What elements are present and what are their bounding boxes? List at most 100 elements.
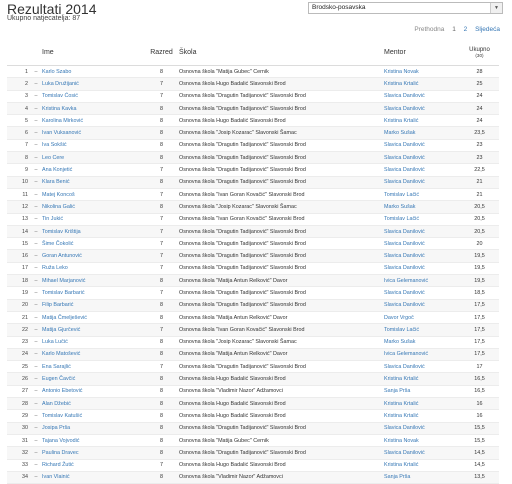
row-mentor[interactable]: Slavica Danilović [384, 102, 460, 116]
row-mentor[interactable]: Sanja Prša [384, 385, 460, 399]
row-mentor[interactable]: Slavica Danilović [384, 249, 460, 263]
row-mentor[interactable]: Slavica Danilović [384, 163, 460, 177]
header-grade[interactable]: Razred [144, 40, 179, 66]
row-mentor[interactable]: Slavica Danilović [384, 225, 460, 239]
row-mentor[interactable]: Marko Sušak [384, 126, 460, 140]
row-name[interactable]: Ivan Vuksanović [42, 126, 144, 140]
row-mentor[interactable]: Tomislav Lačić [384, 188, 460, 202]
row-score: 20 [460, 237, 499, 251]
row-mentor[interactable]: Slavica Danilović [384, 286, 460, 300]
row-school: Osnovna škola "Dragutin Tadijanović" Sla… [179, 299, 384, 312]
pager-previous[interactable]: Prethodna [414, 26, 444, 33]
row-score: 17,5 [460, 336, 499, 349]
row-mentor[interactable]: Slavica Danilović [384, 151, 460, 165]
row-name[interactable]: Nikolina Galić [42, 200, 144, 214]
row-name[interactable]: Ena Sarajlić [42, 360, 144, 374]
row-mentor[interactable]: Marko Sušak [384, 336, 460, 349]
row-name[interactable]: Ruža Leko [42, 262, 144, 276]
row-name[interactable]: Luka Lučić [42, 336, 144, 349]
row-name[interactable]: Tin Jukić [42, 213, 144, 226]
row-mentor[interactable]: Tomislav Lačić [384, 323, 460, 337]
header-name[interactable]: Ime [42, 40, 144, 66]
row-mentor[interactable]: Ivica Gelemanović [384, 348, 460, 362]
row-name[interactable]: Kristina Kavka [42, 102, 144, 116]
table-row: 20– Filip Barbarić 8 Osnovna škola "Draguti… [7, 299, 499, 312]
row-name[interactable]: Mihael Marjanović [42, 274, 144, 288]
row-score: 22,5 [460, 163, 499, 177]
row-mentor[interactable]: Slavica Danilović [384, 446, 460, 460]
row-rank: 14 [7, 225, 30, 239]
row-mentor[interactable]: Slavica Danilović [384, 176, 460, 189]
row-name[interactable]: Klara Benić [42, 176, 144, 189]
row-mentor[interactable]: Kristina Novak [384, 65, 460, 79]
row-mentor[interactable]: Slavica Danilović [384, 422, 460, 435]
row-mentor[interactable]: Slavica Danilović [384, 90, 460, 103]
dropdown-arrow-icon[interactable]: ▼ [490, 3, 502, 13]
table-row: 32– Paulina Dravec 8 Osnovna škola "Draguti… [7, 446, 499, 460]
row-mentor[interactable]: Slavica Danilović [384, 139, 460, 153]
row-name[interactable]: Paulina Dravec [42, 446, 144, 460]
row-name[interactable]: Filip Barbarić [42, 299, 144, 312]
row-mentor[interactable]: Ivica Gelemanović [384, 274, 460, 288]
table-row: 30– Josipa Prša 8 Osnovna škola "Dragutin T… [7, 422, 499, 435]
row-school: Osnovna škola "Dragutin Tadijanović" Sla… [179, 163, 384, 177]
row-mentor[interactable]: Davor Vrgoč [384, 311, 460, 325]
table-row: 26– Eugen Čavčić 8 Osnovna škola Hugo Badal… [7, 372, 499, 386]
row-name[interactable]: Josipa Prša [42, 422, 144, 435]
header-mentor[interactable]: Mentor [384, 40, 460, 66]
row-mentor[interactable]: Slavica Danilović [384, 237, 460, 251]
row-mentor[interactable]: Sanja Prša [384, 471, 460, 484]
row-name[interactable]: Karolina Mirković [42, 114, 144, 128]
row-grade: 8 [144, 299, 179, 312]
row-mentor[interactable]: Kristina Krtalić [384, 409, 460, 423]
row-name[interactable]: Matija Gjurčević [42, 323, 144, 337]
row-mentor[interactable]: Kristina Novak [384, 434, 460, 448]
row-mentor[interactable]: Slavica Danilović [384, 262, 460, 276]
row-mentor[interactable]: Tomislav Lačić [384, 213, 460, 226]
row-mentor[interactable]: Marko Sušak [384, 200, 460, 214]
row-mentor[interactable]: Kristina Krtalić [384, 114, 460, 128]
row-grade: 8 [144, 434, 179, 448]
pager-page-2[interactable]: 2 [464, 26, 468, 33]
row-name[interactable]: Goran Antunović [42, 249, 144, 263]
row-name[interactable]: Antonio Ebetović [42, 385, 144, 399]
row-name[interactable]: Alan Džebić [42, 397, 144, 411]
row-name[interactable]: Luka Družijanić [42, 77, 144, 91]
row-score: 17 [460, 360, 499, 374]
region-select[interactable]: Brodsko-posavska ▼ [308, 2, 503, 14]
row-name[interactable]: Ana Konjetić [42, 163, 144, 177]
row-mentor[interactable]: Slavica Danilović [384, 360, 460, 374]
row-name[interactable]: Iva Sokšić [42, 139, 144, 153]
row-name[interactable]: Šime Čokolić [42, 237, 144, 251]
row-name[interactable]: Ivan Vlainić [42, 471, 144, 484]
header-score[interactable]: Ukupno (30) [460, 40, 499, 66]
row-name[interactable]: Karlo Szabo [42, 65, 144, 79]
row-score: 23 [460, 151, 499, 165]
row-name[interactable]: Eugen Čavčić [42, 372, 144, 386]
pager-page-1[interactable]: 1 [452, 26, 456, 33]
row-rank: 25 [7, 360, 30, 374]
row-grade: 7 [144, 286, 179, 300]
row-name[interactable]: Tomislav Krištija [42, 225, 144, 239]
row-name[interactable]: Richard Žutić [42, 459, 144, 472]
header-school[interactable]: Škola [179, 40, 384, 66]
row-name[interactable]: Tajana Vojvodić [42, 434, 144, 448]
row-school: Osnovna škola "Dragutin Tadijanović" Sla… [179, 422, 384, 435]
row-name[interactable]: Leo Cere [42, 151, 144, 165]
row-mentor[interactable]: Kristina Krtalić [384, 372, 460, 386]
row-school: Osnovna škola "Dragutin Tadijanović" Sla… [179, 151, 384, 165]
row-grade: 8 [144, 139, 179, 153]
row-mentor[interactable]: Slavica Danilović [384, 299, 460, 312]
row-name[interactable]: Karlo Matošević [42, 348, 144, 362]
row-name[interactable]: Tomislav Barbarić [42, 286, 144, 300]
row-name[interactable]: Matej Koncoš [42, 188, 144, 202]
row-grade: 7 [144, 323, 179, 337]
row-name[interactable]: Tomislav Ćosić [42, 90, 144, 103]
row-mentor[interactable]: Kristina Krtalić [384, 397, 460, 411]
row-name[interactable]: Tomislav Katušić [42, 409, 144, 423]
row-name[interactable]: Matija Čmelješević [42, 311, 144, 325]
row-mentor[interactable]: Kristina Krtalić [384, 459, 460, 472]
pager-next[interactable]: Sljedeća [475, 26, 500, 33]
row-mentor[interactable]: Kristina Krtalić [384, 77, 460, 91]
row-school: Osnovna škola Hugo Badalić Slavonski Bro… [179, 397, 384, 411]
